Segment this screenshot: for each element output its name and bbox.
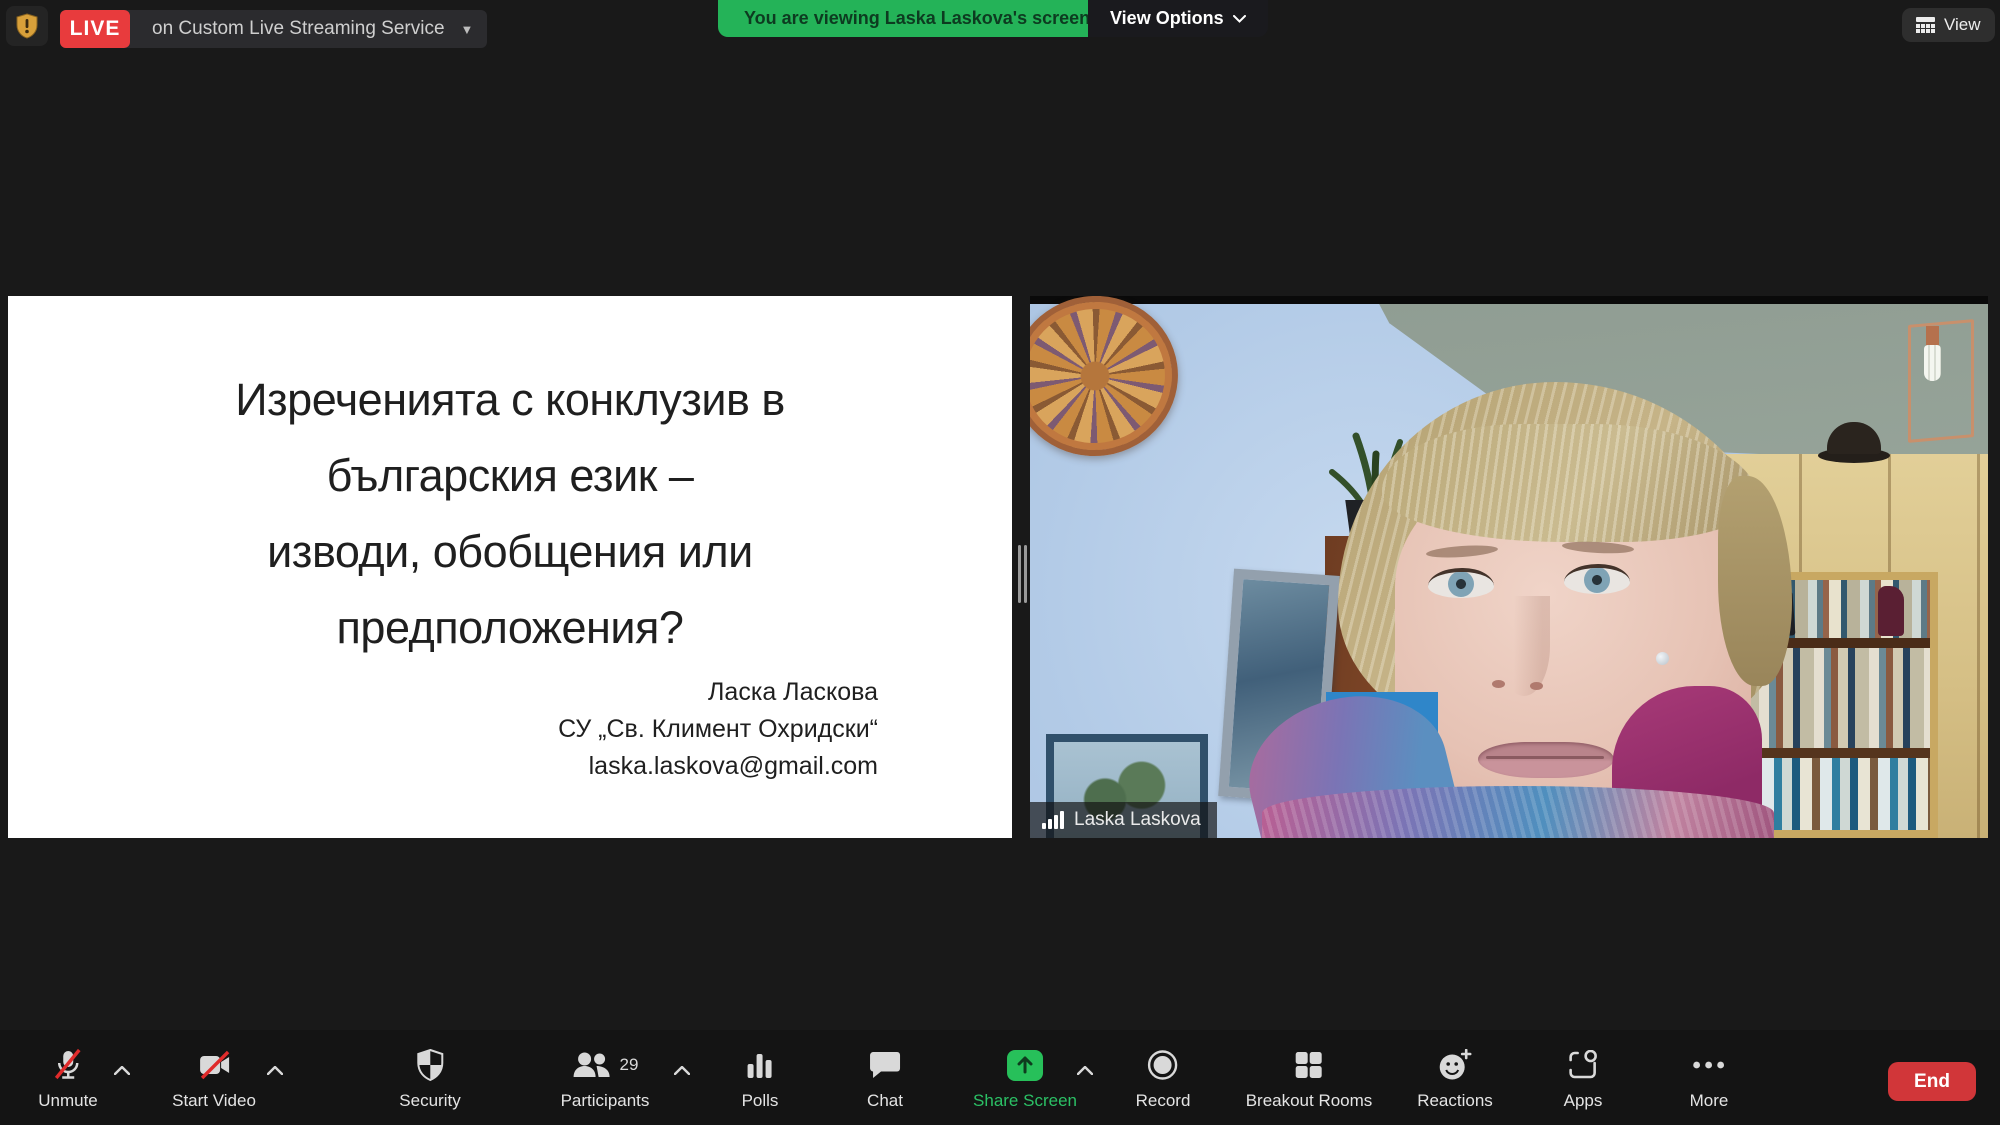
shelf-ornament (1878, 586, 1904, 636)
polls-icon (746, 1050, 774, 1080)
security-shield-icon (416, 1049, 444, 1081)
participants-options-caret[interactable] (674, 1062, 690, 1080)
share-screen-icon (1007, 1050, 1043, 1081)
reactions-button[interactable]: Reactions (1417, 1048, 1493, 1111)
participants-count: 29 (620, 1055, 639, 1075)
breakout-rooms-icon (1294, 1050, 1324, 1080)
view-options-button[interactable]: View Options (1088, 0, 1268, 37)
unmute-button[interactable]: Unmute (38, 1048, 98, 1111)
video-options-caret[interactable] (267, 1062, 283, 1080)
participants-button[interactable]: 29 Participants (561, 1048, 650, 1111)
view-options-label: View Options (1110, 8, 1224, 29)
shared-screen-slide: Изреченията с конклузив в българския ези… (8, 296, 1012, 838)
participant-name: Laska Laskova (1074, 809, 1201, 831)
record-button[interactable]: Record (1136, 1048, 1191, 1111)
slide-email: laska.laskova@gmail.com (558, 748, 878, 785)
security-button[interactable]: Security (399, 1048, 460, 1111)
polls-button[interactable]: Polls (742, 1048, 779, 1111)
lips (1478, 742, 1614, 778)
view-layout-button[interactable]: View (1902, 8, 1995, 42)
slide-title-line: българския език – (8, 438, 1012, 514)
nostril (1530, 682, 1543, 690)
slide-author-block: Ласка Ласкова СУ „Св. Климент Охридски“ … (558, 674, 878, 785)
more-button[interactable]: More (1690, 1048, 1729, 1111)
video-letterbox (1030, 296, 1988, 304)
slide-title: Изреченията с конклузив в българския ези… (8, 362, 1012, 666)
live-stream-bar[interactable]: LIVE on Custom Live Streaming Service ▼ (60, 10, 487, 48)
speaker-video-tile[interactable]: Laska Laskova (1030, 296, 1988, 838)
nostril (1492, 680, 1505, 688)
stream-dropdown-caret-icon[interactable]: ▼ (461, 22, 474, 37)
record-icon (1147, 1049, 1179, 1081)
slide-affiliation: СУ „Св. Климент Охридски“ (558, 711, 878, 748)
end-meeting-button[interactable]: End (1888, 1062, 1976, 1101)
microphone-muted-icon (52, 1048, 84, 1082)
reactions-smiley-icon (1438, 1049, 1472, 1081)
decorative-wheel (1030, 296, 1188, 467)
participant-name-tag: Laska Laskova (1030, 802, 1217, 838)
viewing-screen-banner-text: You are viewing Laska Laskova's screen (744, 8, 1090, 29)
hanging-lamp (1908, 319, 1974, 443)
chat-button[interactable]: Chat (867, 1048, 903, 1111)
mouth-line (1486, 756, 1604, 759)
sweater (1262, 786, 1774, 838)
chevron-down-icon (1233, 15, 1246, 23)
slide-title-line: изводи, обобщения или (8, 514, 1012, 590)
speaker-hair-fringe (1382, 424, 1758, 542)
signal-strength-icon (1042, 811, 1064, 829)
start-video-button[interactable]: Start Video (172, 1048, 256, 1111)
earring (1656, 652, 1669, 665)
grid-view-icon (1916, 17, 1935, 33)
unmute-options-caret[interactable] (114, 1062, 130, 1080)
chat-bubble-icon (869, 1050, 901, 1080)
eye (1564, 564, 1630, 594)
slide-title-line: предположения? (8, 590, 1012, 666)
viewing-screen-banner: You are viewing Laska Laskova's screen (718, 0, 1116, 37)
share-screen-button[interactable]: Share Screen (973, 1048, 1077, 1111)
stream-service-label: on Custom Live Streaming Service (130, 18, 461, 40)
live-badge: LIVE (60, 10, 130, 48)
participants-icon (572, 1050, 612, 1080)
breakout-rooms-button[interactable]: Breakout Rooms (1246, 1048, 1373, 1111)
view-button-label: View (1944, 15, 1981, 35)
lamp-socket (1926, 326, 1939, 346)
meeting-info-shield-button[interactable] (6, 6, 48, 46)
panel-resize-handle[interactable] (1016, 545, 1028, 603)
slide-author-name: Ласка Ласкова (558, 674, 878, 711)
eye (1428, 568, 1494, 598)
apps-icon (1568, 1050, 1598, 1080)
apps-button[interactable]: Apps (1564, 1048, 1603, 1111)
slide-title-line: Изреченията с конклузив в (8, 362, 1012, 438)
meeting-toolbar: Unmute Start Video Securi (0, 1030, 2000, 1125)
nose (1498, 596, 1550, 696)
gold-shield-icon (15, 13, 39, 39)
more-dots-icon (1692, 1060, 1726, 1070)
lamp-bulb (1924, 345, 1941, 381)
share-options-caret[interactable] (1077, 1062, 1093, 1080)
camera-off-icon (194, 1049, 234, 1081)
